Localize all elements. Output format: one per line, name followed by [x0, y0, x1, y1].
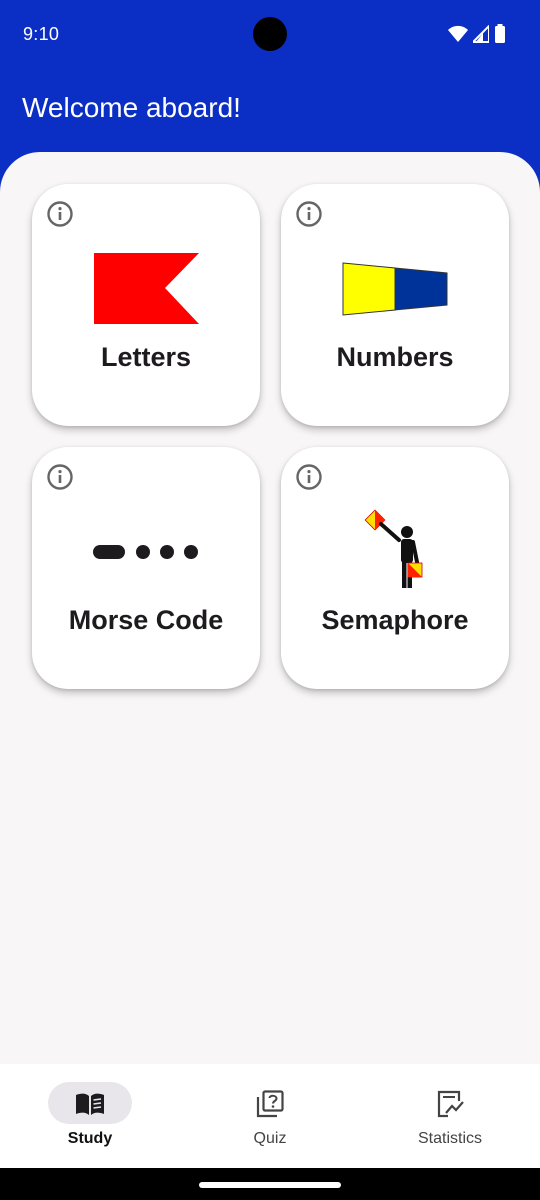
statistics-icon	[437, 1090, 464, 1118]
nav-item-study[interactable]: Study	[0, 1064, 180, 1168]
info-icon[interactable]	[46, 200, 74, 228]
app-screen: 9:10 Welcome aboard! Letters Numbers Mor…	[0, 0, 540, 1200]
cell-signal-icon	[473, 25, 489, 43]
card-label: Semaphore	[321, 605, 469, 635]
card-numbers[interactable]: Numbers	[281, 184, 509, 426]
card-letters[interactable]: Letters	[32, 184, 260, 426]
book-icon	[76, 1093, 104, 1115]
gesture-handle[interactable]	[199, 1182, 341, 1188]
status-bar: 9:10	[0, 0, 540, 70]
battery-icon	[495, 24, 505, 43]
nav-label-statistics: Statistics	[417, 1130, 482, 1147]
info-icon[interactable]	[46, 463, 74, 491]
nav-item-statistics[interactable]: Statistics	[360, 1064, 540, 1168]
pennant-1-icon	[342, 262, 448, 316]
nav-label-study: Study	[67, 1130, 113, 1147]
info-icon[interactable]	[295, 463, 323, 491]
status-time: 9:10	[23, 24, 60, 44]
card-label: Morse Code	[68, 605, 224, 635]
content-area: Letters Numbers Morse Code Semaphore	[0, 152, 540, 1064]
card-semaphore[interactable]: Semaphore	[281, 447, 509, 689]
semaphore-figure-icon	[364, 509, 423, 588]
camera-cutout	[253, 17, 287, 51]
morse-code-icon	[93, 545, 198, 559]
info-icon[interactable]	[295, 200, 323, 228]
nav-item-quiz[interactable]: Quiz	[180, 1064, 360, 1168]
gesture-bar	[0, 1168, 540, 1200]
quiz-icon	[256, 1090, 284, 1118]
flag-b-icon	[94, 253, 199, 324]
bottom-navigation: Study Quiz Statistics	[0, 1064, 540, 1168]
card-label: Letters	[100, 342, 192, 372]
card-morse-code[interactable]: Morse Code	[32, 447, 260, 689]
wifi-icon	[448, 25, 468, 42]
card-label: Numbers	[336, 342, 454, 372]
nav-label-quiz: Quiz	[253, 1130, 287, 1147]
status-icons	[448, 24, 506, 44]
page-title: Welcome aboard!	[22, 92, 241, 123]
